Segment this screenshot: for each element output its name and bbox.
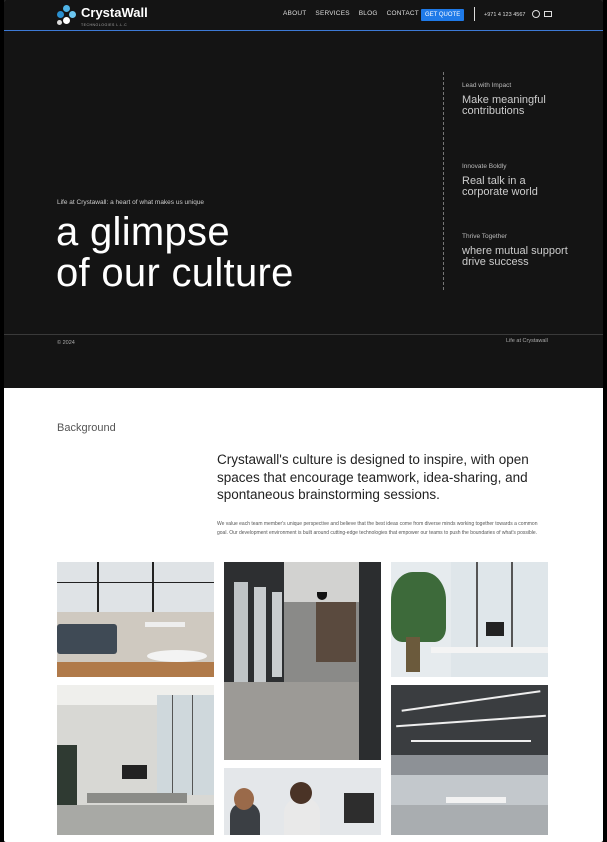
office-lounge-photo [57,562,214,677]
whatsapp-icon[interactable] [532,10,540,18]
nav-services[interactable]: SERVICES [315,10,349,17]
page: CrystaWall TECHNOLOGIES L.L.C ABOUT SERV… [4,0,603,842]
hero-footer-label: Life at Crystawall [506,338,548,344]
phone-number[interactable]: +971 4 123 4567 [484,12,525,18]
value-item: Lead with Impact Make meaningful contrib… [462,82,572,116]
nav-divider [474,7,475,21]
main-menu: ABOUT SERVICES BLOG CONTACT [283,10,419,17]
value-item: Thrive Together where mutual support dri… [462,233,572,267]
value-key: Innovate Boldly [462,163,507,170]
values-divider [443,72,444,290]
logo-text: CrystaWall [81,5,148,20]
hero-title: a glimpse of our culture [56,212,294,294]
section-body: We value each team member's unique persp… [217,521,538,536]
hero-title-line2: of our culture [56,251,294,295]
top-nav: CrystaWall TECHNOLOGIES L.L.C ABOUT SERV… [4,0,603,31]
nav-contact[interactable]: CONTACT [387,10,419,17]
hero-section: CrystaWall TECHNOLOGIES L.L.C ABOUT SERV… [4,0,603,388]
meeting-room-photo [57,685,214,835]
open-office-photo [391,685,548,835]
mail-icon[interactable] [544,11,552,17]
hero-title-line1: a glimpse [56,210,230,254]
value-key: Lead with Impact [462,82,512,89]
value-text: Make meaningful contributions [462,94,546,117]
logo[interactable]: CrystaWall TECHNOLOGIES L.L.C [57,4,148,27]
hero-footer-divider [4,334,603,335]
get-quote-button[interactable]: GET QUOTE [421,9,465,21]
logo-icon [57,4,77,27]
hero-eyebrow: Life at Crystawall: a heart of what make… [57,199,205,206]
corridor-photo [224,562,381,760]
value-item: Innovate Boldly Real talk in a corporate… [462,163,572,197]
copyright: © 2024 [57,340,75,346]
nav-about[interactable]: ABOUT [283,10,306,17]
plants-desk-photo [391,562,548,677]
logo-subtitle: TECHNOLOGIES L.L.C [81,23,128,27]
value-key: Thrive Together [462,233,508,240]
value-text: Real talk in a corporate world [462,175,538,198]
nav-blog[interactable]: BLOG [359,10,378,17]
section-lead: Crystawall's culture is designed to insp… [217,452,529,502]
team-photo [224,768,381,835]
value-text: where mutual support drive success [462,245,568,268]
section-label: Background [57,422,116,434]
